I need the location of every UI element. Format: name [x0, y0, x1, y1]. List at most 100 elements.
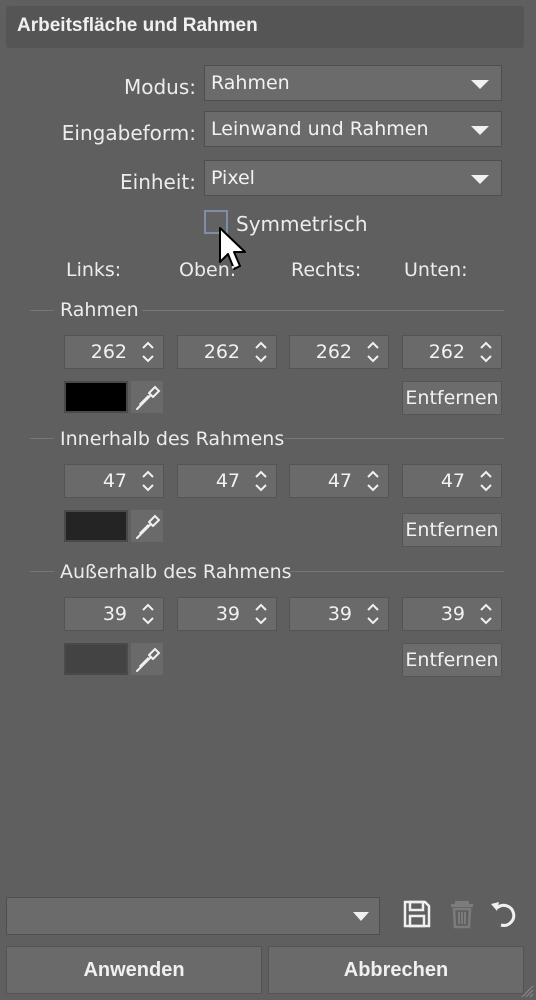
section-divider: [30, 310, 54, 311]
save-icon[interactable]: [401, 898, 433, 930]
symmetrisch-label[interactable]: Symmetrisch: [236, 212, 368, 236]
spin-arrows-icon[interactable]: [364, 468, 382, 494]
innerhalb-links-input[interactable]: 47: [64, 464, 164, 498]
chevron-down-icon: [353, 912, 369, 921]
spin-value: 262: [428, 341, 465, 363]
column-header-unten: Unten:: [404, 259, 468, 281]
modus-dropdown[interactable]: Rahmen: [204, 65, 502, 101]
ausserhalb-color-swatch[interactable]: [64, 643, 128, 675]
rahmen-color-swatch[interactable]: [64, 381, 128, 413]
spin-value: 47: [102, 470, 127, 492]
undo-icon[interactable]: [489, 898, 521, 930]
spin-value: 47: [215, 470, 240, 492]
apply-button[interactable]: Anwenden: [6, 946, 262, 994]
column-header-links: Links:: [66, 259, 122, 281]
eyedropper-icon[interactable]: [131, 510, 163, 542]
cancel-button[interactable]: Abbrechen: [268, 946, 524, 994]
chevron-down-icon: [367, 617, 379, 625]
chevron-down-icon: [255, 617, 267, 625]
spin-value: 47: [327, 470, 352, 492]
section-divider: [142, 310, 504, 311]
up-down-arrows-icon: [142, 341, 154, 363]
innerhalb-rechts-input[interactable]: 47: [289, 464, 389, 498]
panel-title: Arbeitsfläche und Rahmen: [17, 15, 258, 36]
rahmen-oben-input[interactable]: 262: [177, 335, 277, 369]
spin-arrows-icon[interactable]: [364, 601, 382, 627]
trash-icon[interactable]: [446, 898, 478, 930]
column-header-rechts: Rechts:: [291, 259, 362, 281]
up-down-arrows-icon: [142, 470, 154, 492]
chevron-up-icon: [255, 341, 267, 349]
chevron-down-icon: [367, 484, 379, 492]
column-header-oben: Oben:: [179, 259, 237, 281]
ausserhalb-rechts-input[interactable]: 39: [289, 597, 389, 631]
innerhalb-oben-input[interactable]: 47: [177, 464, 277, 498]
up-down-arrows-icon: [142, 603, 154, 625]
chevron-up-icon: [255, 603, 267, 611]
innerhalb-remove-button[interactable]: Entfernen: [402, 513, 502, 547]
spin-arrows-icon[interactable]: [252, 339, 270, 365]
chevron-up-icon: [255, 470, 267, 478]
up-down-arrows-icon: [367, 470, 379, 492]
chevron-down-icon: [142, 355, 154, 363]
rahmen-unten-input[interactable]: 262: [402, 335, 502, 369]
ausserhalb-links-input[interactable]: 39: [64, 597, 164, 631]
spin-arrows-icon[interactable]: [139, 601, 157, 627]
up-down-arrows-icon: [367, 603, 379, 625]
section-divider: [30, 571, 54, 572]
chevron-up-icon: [142, 470, 154, 478]
spin-arrows-icon[interactable]: [139, 339, 157, 365]
chevron-up-icon: [480, 341, 492, 349]
chevron-down-icon: [142, 484, 154, 492]
innerhalb-color-swatch[interactable]: [64, 510, 128, 542]
spin-arrows-icon[interactable]: [477, 468, 495, 494]
spin-arrows-icon[interactable]: [252, 601, 270, 627]
up-down-arrows-icon: [367, 341, 379, 363]
ausserhalb-oben-input[interactable]: 39: [177, 597, 277, 631]
canvas-frame-panel: Arbeitsfläche und Rahmen Modus: Rahmen E…: [0, 0, 536, 1000]
ausserhalb-remove-button[interactable]: Entfernen: [402, 643, 502, 677]
rahmen-links-input[interactable]: 262: [64, 335, 164, 369]
chevron-down-icon: [367, 355, 379, 363]
eingabeform-value: Leinwand und Rahmen: [211, 118, 429, 140]
section-label-ausserhalb: Außerhalb des Rahmens: [60, 561, 292, 583]
innerhalb-unten-input[interactable]: 47: [402, 464, 502, 498]
up-down-arrows-icon: [255, 603, 267, 625]
eyedropper-glyph: [136, 647, 161, 672]
spin-arrows-icon[interactable]: [252, 468, 270, 494]
spin-value: 47: [440, 470, 465, 492]
einheit-label: Einheit:: [120, 170, 196, 194]
modus-label: Modus:: [123, 75, 196, 99]
chevron-up-icon: [367, 603, 379, 611]
spin-value: 39: [215, 603, 240, 625]
up-down-arrows-icon: [255, 470, 267, 492]
einheit-dropdown[interactable]: Pixel: [204, 160, 502, 196]
spin-arrows-icon[interactable]: [477, 601, 495, 627]
eyedropper-icon[interactable]: [131, 643, 163, 675]
chevron-up-icon: [367, 470, 379, 478]
resize-grip-icon[interactable]: [520, 984, 534, 998]
chevron-up-icon: [480, 470, 492, 478]
spin-arrows-icon[interactable]: [477, 339, 495, 365]
eyedropper-glyph: [136, 514, 161, 539]
spin-arrows-icon[interactable]: [139, 468, 157, 494]
eingabeform-dropdown[interactable]: Leinwand und Rahmen: [204, 111, 502, 147]
chevron-down-icon: [471, 80, 489, 89]
rahmen-rechts-input[interactable]: 262: [289, 335, 389, 369]
ausserhalb-unten-input[interactable]: 39: [402, 597, 502, 631]
spin-value: 262: [315, 341, 352, 363]
up-down-arrows-icon: [480, 603, 492, 625]
chevron-up-icon: [142, 341, 154, 349]
spin-arrows-icon[interactable]: [364, 339, 382, 365]
up-down-arrows-icon: [480, 470, 492, 492]
chevron-up-icon: [367, 341, 379, 349]
up-down-arrows-icon: [255, 341, 267, 363]
section-divider: [284, 438, 504, 439]
rahmen-remove-button[interactable]: Entfernen: [402, 381, 502, 415]
section-divider: [290, 571, 504, 572]
preset-dropdown[interactable]: [6, 897, 380, 935]
chevron-down-icon: [480, 484, 492, 492]
eyedropper-icon[interactable]: [131, 381, 163, 413]
up-down-arrows-icon: [480, 341, 492, 363]
chevron-down-icon: [480, 355, 492, 363]
